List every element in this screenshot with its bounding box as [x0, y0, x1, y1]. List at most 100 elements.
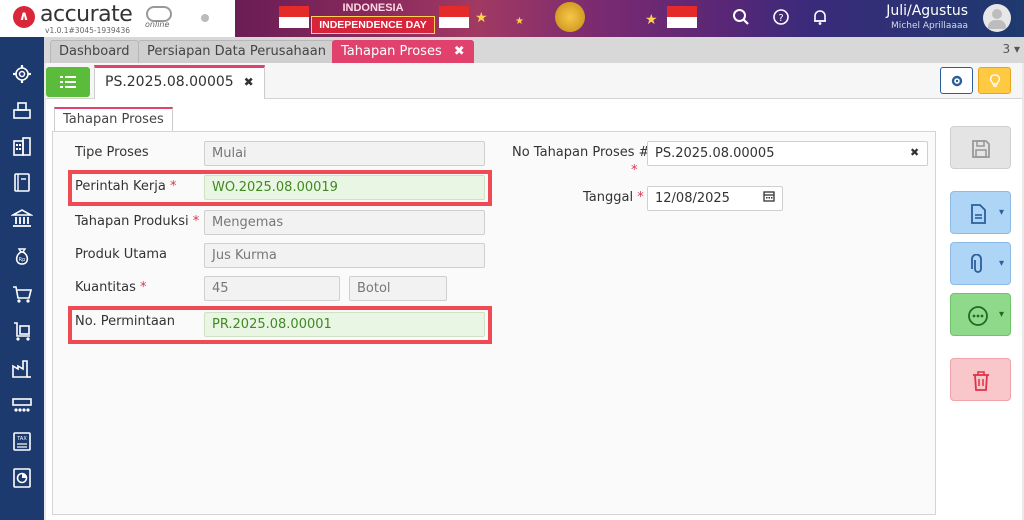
bell-icon[interactable]	[810, 8, 830, 28]
user-period[interactable]: Juli/Agustus	[886, 3, 968, 19]
settings-button[interactable]	[940, 67, 973, 94]
star-icon: ★	[515, 16, 524, 27]
document-icon	[971, 204, 986, 224]
top-header: ∧ accurate online v1.0.1#3045-1939436 IN…	[0, 0, 1024, 37]
close-icon[interactable]: ✖	[244, 75, 254, 89]
list-icon	[60, 76, 76, 88]
ledger-icon[interactable]	[11, 171, 33, 193]
independence-day-banner: INDONESIA INDEPENDENCE DAY ★ ★ ★	[235, 0, 719, 37]
star-icon: ★	[475, 10, 488, 26]
trash-icon	[973, 371, 989, 391]
list-view-button[interactable]	[46, 67, 90, 97]
sidebar: Rp TAX	[0, 37, 44, 520]
bank-icon[interactable]	[9, 207, 35, 229]
lightbulb-icon	[989, 74, 1000, 87]
tab-dashboard[interactable]: Dashboard	[50, 40, 139, 63]
more-actions-button[interactable]: ▾	[950, 293, 1011, 336]
tanggal-label-text: Tanggal	[583, 190, 634, 205]
gear-icon[interactable]	[11, 63, 33, 85]
save-button[interactable]	[950, 126, 1011, 169]
required-mark: *	[169, 179, 177, 194]
trolley-icon[interactable]	[11, 320, 33, 342]
gear-icon	[951, 75, 962, 87]
no-tahapan-proses-label: No Tahapan Proses #	[512, 145, 650, 160]
accurate-logo-icon[interactable]: ∧	[13, 6, 35, 28]
required-mark: *	[140, 280, 147, 295]
more-icon	[968, 306, 988, 326]
inventory-icon[interactable]	[11, 99, 33, 121]
delete-button[interactable]	[950, 358, 1011, 401]
chevron-down-icon: ▾	[1013, 42, 1020, 56]
main-area: Dashboard Persiapan Data Perusahaan Taha…	[44, 37, 1024, 520]
subtab-tahapan-proses[interactable]: Tahapan Proses	[54, 107, 173, 132]
required-mark: *	[631, 163, 638, 178]
tab-count-dropdown[interactable]: 3 ▾	[1003, 42, 1021, 56]
tab-label: Persiapan Data Perusahaan	[147, 44, 326, 59]
kuantitas-field[interactable]: 45	[204, 276, 340, 301]
brand-name: accurate	[40, 2, 133, 27]
svg-text:?: ?	[778, 13, 783, 24]
kuantitas-label-text: Kuantitas	[75, 280, 136, 295]
tipe-proses-field[interactable]: Mulai	[204, 141, 485, 166]
flag-icon	[667, 6, 697, 28]
tab-label: Tahapan Proses	[341, 44, 442, 59]
document-toolbar: PS.2025.08.00005 ✖	[46, 63, 1022, 99]
window-tabs: Dashboard Persiapan Data Perusahaan Taha…	[44, 37, 1024, 63]
tips-button[interactable]	[978, 67, 1011, 94]
form-section: Tipe Proses Mulai Perintah Kerja * WO.20…	[52, 131, 936, 515]
print-document-button[interactable]: ▾	[950, 191, 1011, 234]
banner-line2: INDEPENDENCE DAY	[311, 16, 435, 34]
chevron-down-icon: ▾	[998, 309, 1004, 320]
chevron-down-icon: ▾	[998, 258, 1004, 269]
star-icon: ★	[645, 12, 658, 28]
tanggal-label: Tanggal *	[583, 190, 644, 205]
brand-area: ∧ accurate online v1.0.1#3045-1939436	[0, 0, 235, 37]
tab-label: Dashboard	[59, 44, 130, 59]
document-tab-label: PS.2025.08.00005	[105, 74, 234, 90]
produk-utama-field[interactable]: Jus Kurma	[204, 243, 485, 268]
clear-icon[interactable]: ✖	[910, 146, 919, 159]
attachment-icon	[971, 254, 982, 273]
report-icon[interactable]	[11, 467, 33, 489]
tab-count: 3	[1002, 42, 1011, 56]
search-icon[interactable]	[731, 8, 751, 28]
garuda-emblem-icon	[555, 2, 585, 32]
svg-text:Rp: Rp	[19, 257, 26, 263]
no-tahapan-proses-field[interactable]: PS.2025.08.00005	[647, 141, 928, 166]
tahapan-produksi-label-text: Tahapan Produksi	[75, 214, 189, 229]
kuantitas-label: Kuantitas *	[75, 280, 147, 295]
cart-icon[interactable]	[11, 283, 33, 305]
save-icon	[972, 140, 990, 158]
document-tab[interactable]: PS.2025.08.00005 ✖	[94, 65, 265, 99]
no-permintaan-field[interactable]: PR.2025.08.00001	[204, 312, 485, 337]
status-dot-icon	[201, 14, 209, 22]
banner-title: INDONESIA INDEPENDENCE DAY	[311, 2, 435, 34]
required-mark: *	[637, 190, 644, 205]
tipe-proses-label: Tipe Proses	[75, 145, 149, 160]
perintah-kerja-label-text: Perintah Kerja	[75, 179, 166, 194]
perintah-kerja-label: Perintah Kerja *	[75, 179, 176, 194]
attachment-button[interactable]: ▾	[950, 242, 1011, 285]
flag-icon	[279, 6, 309, 28]
document-panel: PS.2025.08.00005 ✖ Tahapan Proses Tipe Pr…	[46, 63, 1022, 520]
factory-icon[interactable]	[11, 357, 33, 379]
banner-line1: INDONESIA	[342, 2, 404, 14]
close-icon[interactable]: ✖	[454, 44, 465, 59]
money-bag-icon[interactable]: Rp	[11, 245, 33, 267]
tab-tahapan-proses[interactable]: Tahapan Proses ✖	[332, 40, 474, 63]
tab-persiapan-data-perusahaan[interactable]: Persiapan Data Perusahaan	[138, 40, 335, 63]
flag-icon	[439, 6, 469, 28]
perintah-kerja-field[interactable]: WO.2025.08.00019	[204, 175, 485, 200]
user-name: Michel Aprillaaaa	[891, 21, 968, 31]
building-icon[interactable]	[11, 135, 33, 157]
avatar[interactable]	[983, 4, 1011, 32]
production-line-icon[interactable]	[11, 394, 33, 416]
help-icon[interactable]: ?	[771, 8, 791, 28]
svg-text:TAX: TAX	[16, 436, 27, 442]
app-version: v1.0.1#3045-1939436	[45, 26, 131, 35]
satuan-field[interactable]: Botol	[349, 276, 447, 301]
header-actions: ? Juli/Agustus Michel Aprillaaaa	[719, 0, 1024, 37]
tahapan-produksi-field[interactable]: Mengemas	[204, 210, 485, 235]
calendar-icon[interactable]	[763, 190, 775, 206]
tax-icon[interactable]: TAX	[11, 430, 33, 452]
